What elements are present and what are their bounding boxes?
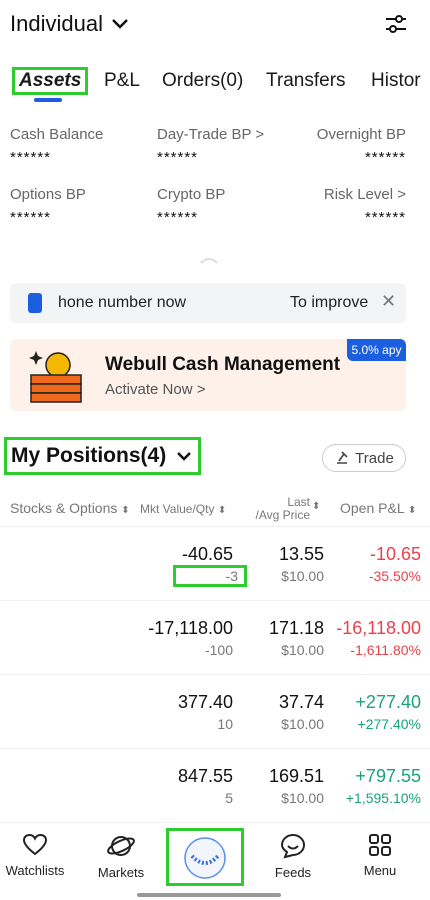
sort-icon: ⬍ (217, 505, 227, 516)
stat-cash-balance: Cash Balance ****** (10, 126, 104, 166)
quantity: -100 (204, 642, 233, 658)
phone-icon (28, 293, 42, 313)
quantity: -3 (173, 565, 247, 587)
market-value: 847.55 (177, 766, 233, 786)
grid-menu-icon (369, 834, 391, 856)
trade-button[interactable]: Trade (322, 444, 406, 472)
position-row[interactable]: -17,118.00 -100 171.18 $10.00 -16,118.00… (0, 602, 430, 675)
open-pl: -10.65 (369, 544, 421, 564)
market-value: -40.65 (181, 544, 233, 564)
nav-markets[interactable]: Markets (86, 833, 156, 880)
account-name: Individual (10, 11, 103, 36)
stat-day-trade-bp[interactable]: Day-Trade BP > ****** (157, 126, 264, 166)
nav-feeds[interactable]: Feeds (258, 833, 328, 880)
cash-management-icon (29, 351, 82, 403)
open-pl: -16,118.00 (336, 618, 421, 638)
tab-history[interactable]: Histor (371, 70, 421, 92)
notice-text: hone number now (58, 294, 187, 311)
nav-watchlists[interactable]: Watchlists (0, 833, 70, 878)
tab-bar: Assets P&L Orders(0) Transfers Histor (0, 60, 430, 110)
tab-orders[interactable]: Orders(0) (162, 70, 243, 92)
quantity: 10 (217, 716, 233, 732)
tab-pl[interactable]: P&L (104, 70, 140, 92)
col-stocks-options[interactable]: Stocks & Options ⬍ (10, 500, 130, 516)
filter-settings-icon[interactable] (384, 12, 408, 36)
open-pl-percent: +1,595.10% (345, 790, 421, 806)
last-price: 171.18 (268, 618, 324, 638)
promo-activate-link[interactable]: Activate Now > (105, 381, 205, 398)
quantity: 5 (225, 790, 233, 806)
col-open-pl[interactable]: Open P&L ⬍ (340, 500, 416, 516)
chat-bubble-icon (280, 833, 306, 859)
sort-icon: ⬍ (121, 505, 130, 516)
last-price: 169.51 (268, 766, 324, 786)
notice-banner[interactable]: hone number now To improve ✕ (10, 283, 406, 323)
avg-price: $10.00 (281, 716, 324, 732)
open-pl: +797.55 (355, 766, 421, 786)
avg-price: $10.00 (281, 790, 324, 806)
positions-title: My Positions(4) (11, 444, 167, 467)
apy-badge: 5.0% apy (347, 339, 406, 361)
sort-icon[interactable]: ⬍ (312, 501, 320, 512)
nav-webull-home[interactable] (166, 828, 244, 886)
avg-price: $10.00 (281, 568, 324, 584)
tab-assets[interactable]: Assets (11, 67, 89, 95)
nav-menu[interactable]: Menu (345, 833, 415, 878)
account-selector[interactable]: Individual (10, 11, 129, 37)
collapse-handle-icon[interactable] (199, 255, 219, 265)
last-price: 13.55 (278, 544, 324, 564)
col-last-avg[interactable]: Last /Avg Price (254, 496, 310, 522)
gavel-icon (337, 451, 348, 464)
trade-label: Trade (355, 449, 394, 467)
market-value: 377.40 (177, 692, 233, 712)
last-price: 37.74 (278, 692, 324, 712)
divider (0, 526, 430, 527)
close-icon[interactable]: ✕ (381, 291, 396, 312)
open-pl: +277.40 (355, 692, 421, 712)
heart-icon (22, 833, 48, 856)
notice-text-secondary: To improve (290, 294, 369, 311)
stat-risk-level[interactable]: Risk Level > ****** (324, 186, 406, 226)
stat-options-bp: Options BP ****** (10, 186, 86, 226)
open-pl-percent: -1,611.80% (350, 642, 421, 658)
market-value: -17,118.00 (148, 618, 233, 638)
webull-logo-icon (184, 837, 226, 879)
active-tab-indicator (34, 98, 62, 102)
open-pl-percent: +277.40% (357, 716, 421, 732)
open-pl-percent: -35.50% (368, 568, 421, 584)
bottom-nav: Watchlists Markets Feeds Menu (0, 822, 430, 900)
sort-icon: ⬍ (407, 505, 417, 516)
promo-banner[interactable]: Webull Cash Management Activate Now > 5.… (10, 339, 406, 411)
positions-selector[interactable]: My Positions(4) (3, 437, 202, 475)
avg-price: $10.00 (281, 642, 324, 658)
chevron-down-icon (112, 19, 128, 29)
top-bar: Individual (0, 0, 430, 56)
planet-icon (107, 836, 135, 856)
position-row[interactable]: -40.65 -3 13.55 $10.00 -10.65 -35.50% (0, 528, 430, 601)
tab-transfers[interactable]: Transfers (266, 70, 346, 92)
promo-title: Webull Cash Management (105, 354, 341, 375)
position-row[interactable]: 377.40 10 37.74 $10.00 +277.40 +277.40% (0, 676, 430, 749)
chevron-down-icon (177, 452, 192, 461)
position-row[interactable]: 847.55 5 169.51 $10.00 +797.55 +1,595.10… (0, 750, 430, 822)
stat-crypto-bp: Crypto BP ****** (157, 186, 226, 226)
col-mkt-value[interactable]: Mkt Value/Qty ⬍ (140, 502, 226, 516)
home-indicator (137, 893, 281, 897)
stat-overnight-bp: Overnight BP ****** (316, 126, 406, 166)
